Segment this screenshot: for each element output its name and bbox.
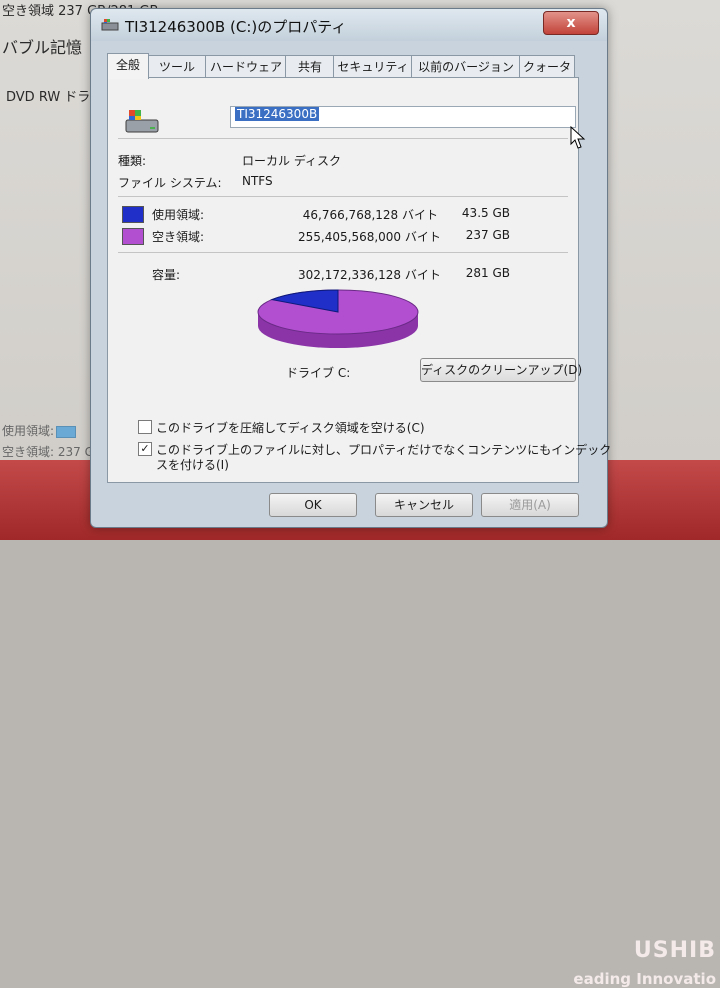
tab-tools[interactable]: ツール [147,55,207,78]
drive-icon [101,19,119,31]
index-checkbox[interactable]: ✓ [138,442,152,456]
dialog-titlebar[interactable]: TI31246300B (C:)のプロパティ x [91,9,607,41]
disk-cleanup-button[interactable]: ディスクのクリーンアップ(D) [420,358,582,382]
drive-name-value: TI31246300B [235,107,320,121]
disk-usage-pie-chart [257,289,419,348]
filesystem-label: ファイル システム: [118,176,222,190]
bg-used-label: 使用領域: [2,424,55,438]
local-disk-icon [125,110,159,133]
drive-properties-dialog: TI31246300B (C:)のプロパティ x 全般 ツール ハードウェア 共… [90,8,611,528]
close-icon: x [566,15,576,31]
type-value: ローカル ディスク [242,154,341,168]
separator [118,138,568,139]
drive-name-input[interactable]: TI31246300B [230,106,576,128]
used-space-swatch [122,206,144,223]
cancel-button[interactable]: キャンセル [375,493,473,517]
bg-usage-bar [56,426,76,438]
type-label: 種類: [118,154,147,168]
capacity-label: 容量: [152,268,181,282]
free-space-bytes: 255,405,568,000 バイト [298,230,441,244]
separator [118,252,568,253]
tab-previous-versions[interactable]: 以前のバージョン [411,55,521,78]
used-space-bytes: 46,766,768,128 バイト [302,208,438,222]
mouse-cursor-icon [570,126,586,149]
bg-removable-storage-heading: バブル記憶 [2,38,83,57]
close-button[interactable]: x [543,11,599,35]
capacity-bytes: 302,172,336,128 バイト [298,268,441,282]
brand-logo-text: USHIB [633,938,716,963]
used-space-size: 43.5 GB [461,206,510,220]
index-label-line2: スを付ける(I) [156,458,229,472]
tab-quota[interactable]: クォータ [519,55,575,78]
bg-dvd-drive-item[interactable]: DVD RW ドラ [6,86,90,105]
apply-button[interactable]: 適用(A) [481,493,579,517]
free-space-label: 空き領域: [152,230,205,244]
free-space-size: 237 GB [465,228,510,242]
filesystem-value: NTFS [242,174,273,188]
tab-hardware[interactable]: ハードウェア [205,55,287,78]
ok-button[interactable]: OK [269,493,357,517]
tab-security[interactable]: セキュリティ [333,55,413,78]
separator [118,196,568,197]
compress-checkbox[interactable] [138,420,152,434]
drive-label: ドライブ C: [286,366,351,380]
compress-label: このドライブを圧縮してディスク領域を空ける(C) [156,421,425,435]
used-space-label: 使用領域: [152,208,205,222]
general-tab-panel: TI31246300B 種類: ローカル ディスク ファイル システム: NTF… [107,77,611,483]
capacity-size: 281 GB [465,266,510,280]
free-space-swatch [122,228,144,245]
bg-free-label: 空き領域: 237 GB [2,445,103,459]
tab-sharing[interactable]: 共有 [285,55,335,78]
brand-tagline: eading Innovatio [573,970,716,988]
tab-general[interactable]: 全般 [107,53,149,79]
dialog-title: TI31246300B (C:)のプロパティ [125,18,347,36]
